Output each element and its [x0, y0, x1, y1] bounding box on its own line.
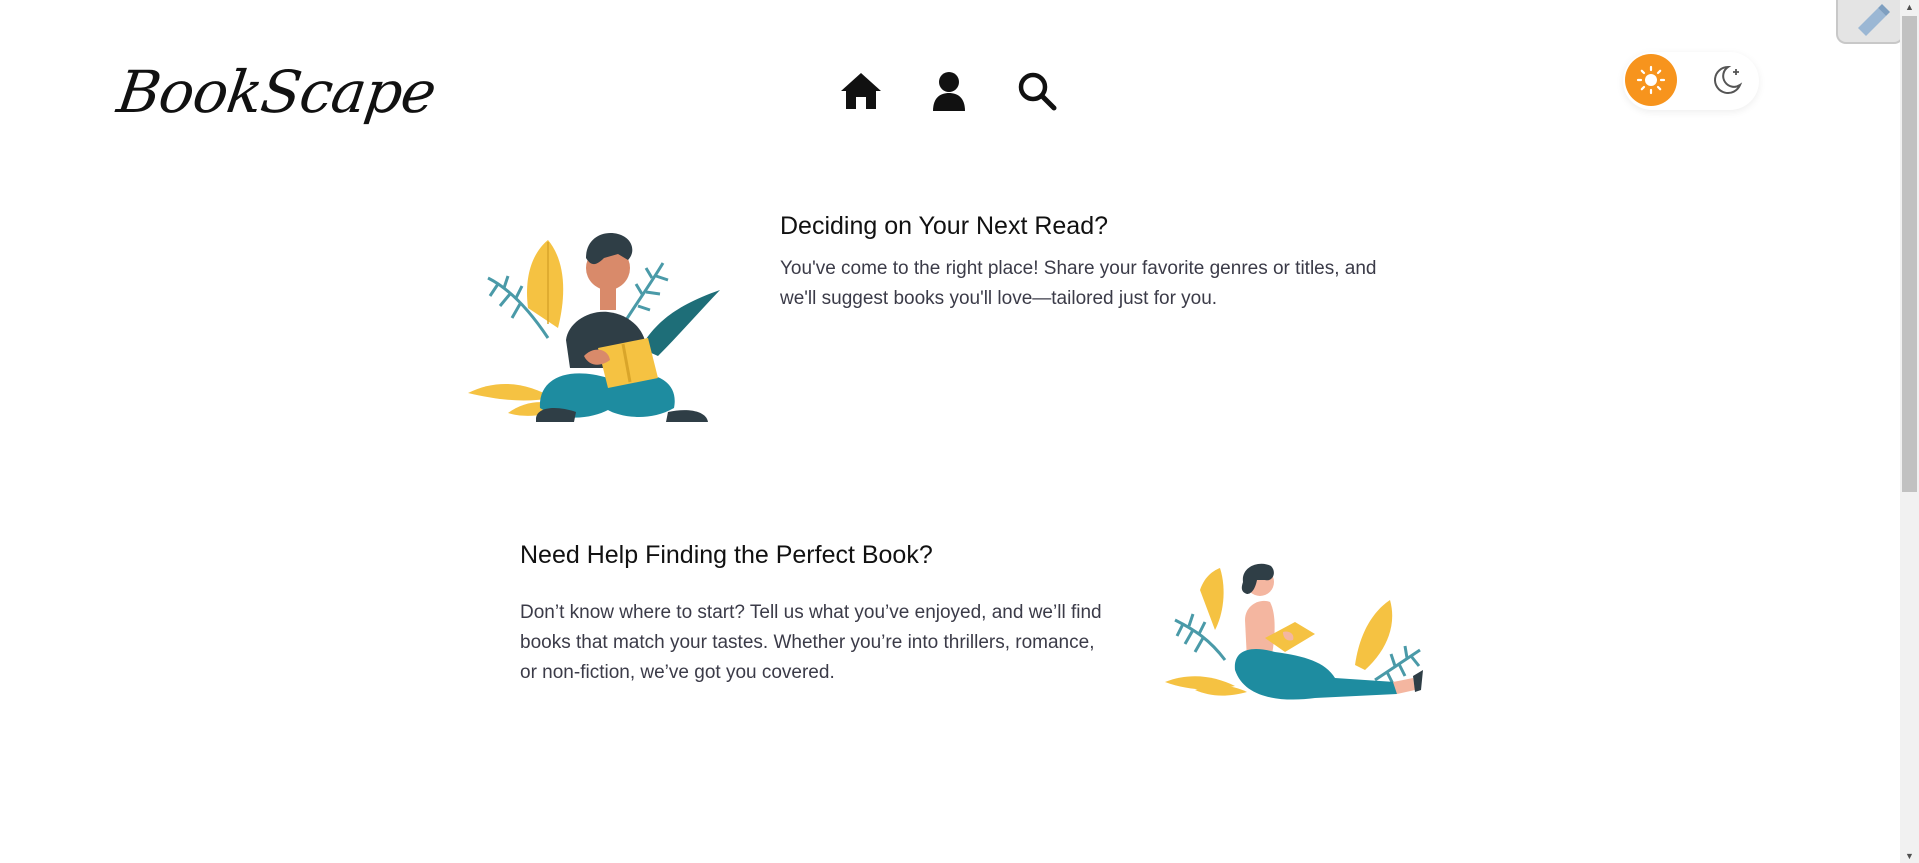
home-icon	[841, 73, 881, 109]
section-1-text: You've come to the right place! Share yo…	[780, 258, 1377, 309]
nav-search[interactable]	[1014, 68, 1060, 114]
main-nav	[838, 68, 1060, 114]
light-mode-button[interactable]	[1625, 54, 1677, 106]
vertical-scrollbar[interactable]: ▲ ▼	[1900, 0, 1919, 863]
woman-reading-illustration	[1165, 563, 1423, 700]
user-icon	[933, 72, 965, 111]
scroll-thumb[interactable]	[1902, 16, 1917, 492]
brand-logo[interactable]: BookScape	[113, 58, 439, 126]
pencil-icon	[1858, 4, 1890, 36]
scroll-down-arrow-icon[interactable]: ▼	[1903, 849, 1916, 863]
extension-widget[interactable]	[1836, 0, 1904, 44]
scroll-up-arrow-icon[interactable]: ▲	[1903, 0, 1916, 14]
nav-profile[interactable]	[926, 68, 972, 114]
search-icon	[1018, 72, 1057, 111]
section-2-title: Need Help Finding the Perfect Book?	[520, 541, 933, 569]
moon-icon	[1714, 65, 1743, 94]
dark-mode-button[interactable]	[1701, 54, 1753, 106]
sun-icon	[1636, 65, 1666, 95]
man-reading-illustration	[468, 233, 720, 422]
section-1-title: Deciding on Your Next Read?	[780, 212, 1109, 240]
theme-toggle	[1623, 52, 1759, 110]
section-2-text: Don’t know where to start? Tell us what …	[520, 602, 1102, 683]
nav-home[interactable]	[838, 68, 884, 114]
